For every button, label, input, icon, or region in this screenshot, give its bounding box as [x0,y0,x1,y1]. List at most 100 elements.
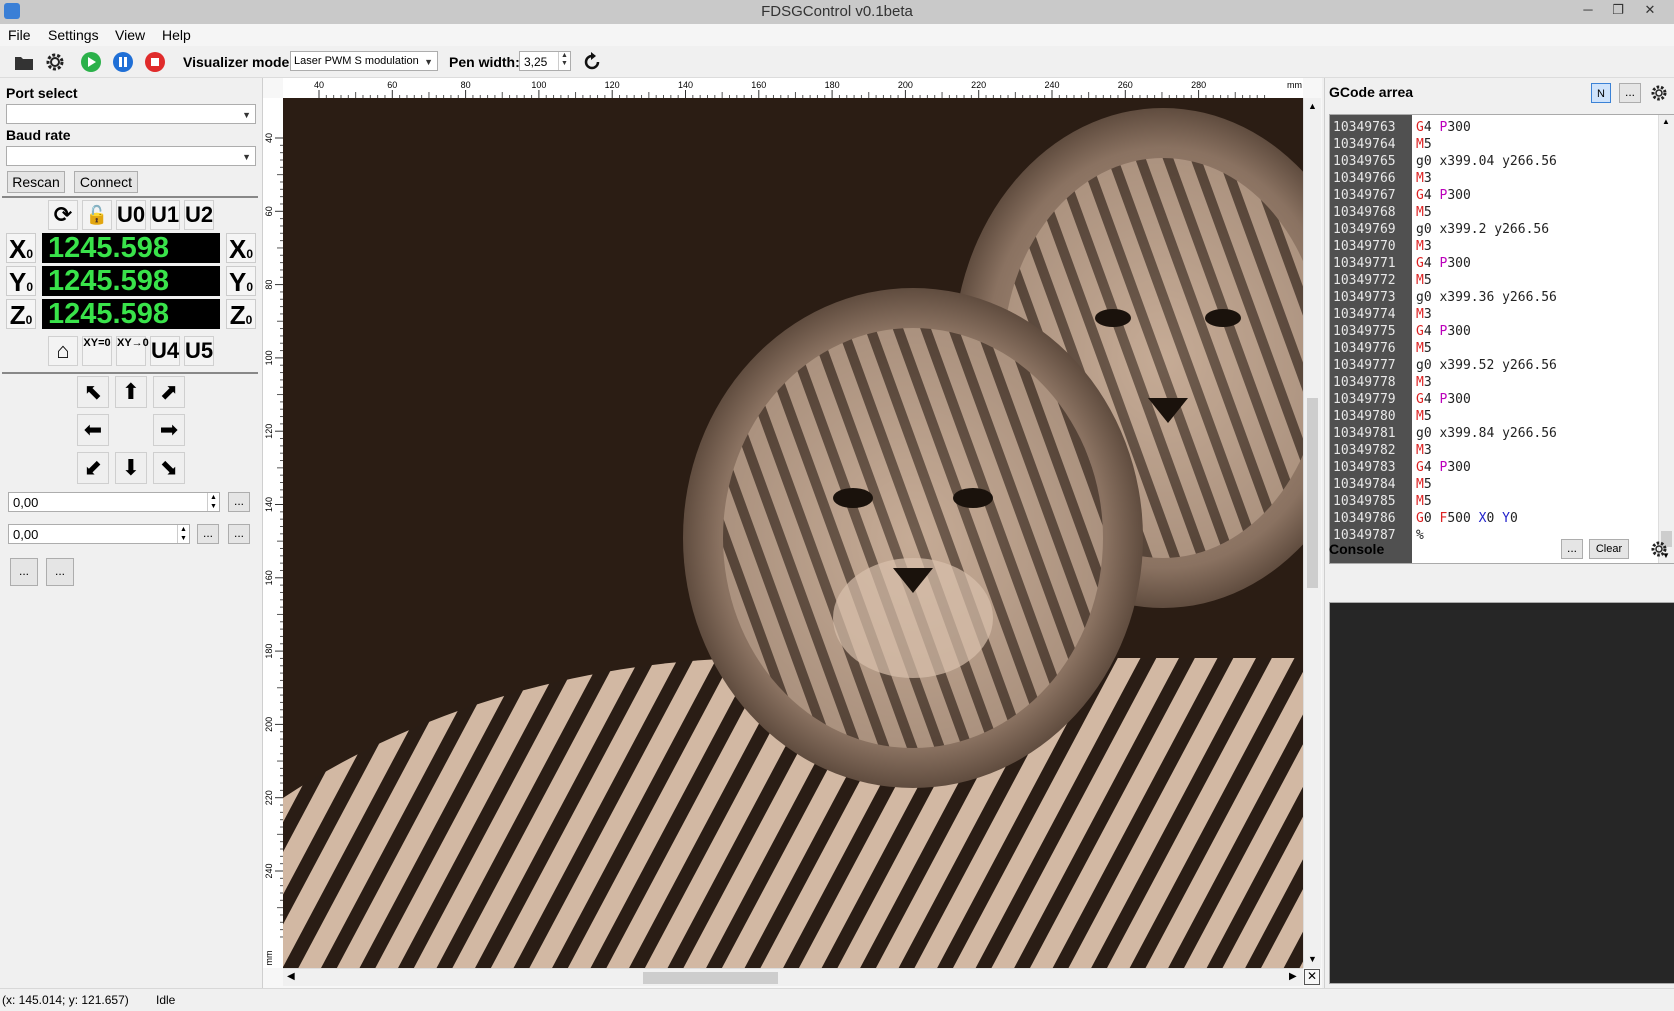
feed-field[interactable]: 0,00 ▲ ▼ [8,524,190,544]
gcode-line[interactable]: 10349776 M5 [1330,340,1660,357]
connect-button[interactable]: Connect [74,171,138,193]
gcode-line[interactable]: 10349766 M3 [1330,170,1660,187]
gcode-line[interactable]: 10349780 M5 [1330,408,1660,425]
vertical-scrollbar[interactable]: ▲ ▼ [1303,98,1321,968]
visualizer-canvas[interactable] [283,98,1303,968]
user-u4-button[interactable]: U4 [150,336,180,366]
baud-rate-select[interactable]: ▼ [6,146,256,166]
gcode-line[interactable]: 10349777 g0 x399.52 y266.56 [1330,357,1660,374]
user-u1-button[interactable]: U1 [150,200,180,230]
console-output[interactable] [1329,602,1674,984]
feed-more-button-2[interactable]: ... [228,524,250,544]
gcode-more-button[interactable]: ... [1619,83,1641,103]
gcode-line[interactable]: 10349773 g0 x399.36 y266.56 [1330,289,1660,306]
gcode-line[interactable]: 10349783 G4 P300 [1330,459,1660,476]
z-zero-button[interactable]: Z0 [6,299,36,330]
menu-view[interactable]: View [115,27,145,43]
jog-down-button[interactable]: ⬇ [115,452,147,484]
visualizer-mode-select[interactable]: Laser PWM S modulation ▼ [290,51,438,71]
gcode-line[interactable]: 10349763 G4 P300 [1330,119,1660,136]
jog-up-left-button[interactable]: ⬉ [77,376,109,408]
horizontal-scroll-thumb[interactable] [643,972,778,984]
scroll-up-icon[interactable]: ▲ [1308,101,1317,111]
menu-file[interactable]: File [8,27,31,43]
user-u0-button[interactable]: U0 [116,200,146,230]
gcode-line[interactable]: 10349772 M5 [1330,272,1660,289]
gcode-line-number: 10349782 [1333,443,1396,458]
gear-icon[interactable] [44,51,66,73]
rescan-button[interactable]: Rescan [7,171,65,193]
y-zero-button[interactable]: Y0 [6,266,36,297]
gcode-line[interactable]: 10349771 G4 P300 [1330,255,1660,272]
xy-zero-button[interactable]: XY=0 [82,336,112,366]
scroll-left-icon[interactable]: ◀ [287,971,295,982]
gcode-line[interactable]: 10349769 g0 x399.2 y266.56 [1330,221,1660,238]
gcode-line[interactable]: 10349781 g0 x399.84 y266.56 [1330,425,1660,442]
jog-right-button[interactable]: ➡ [153,414,185,446]
gcode-line[interactable]: 10349784 M5 [1330,476,1660,493]
feed-more-button[interactable]: ... [197,524,219,544]
spin-arrows-icon[interactable]: ▲ ▼ [177,525,189,543]
reset-button[interactable]: ⟳ [48,200,78,230]
close-button[interactable]: ✕ [1636,0,1664,22]
horizontal-scrollbar[interactable]: ◀ ▶ [283,968,1303,986]
spin-arrows-icon[interactable]: ▲ ▼ [207,493,219,511]
xy-goto-zero-button[interactable]: XY→0 [116,336,149,366]
jog-left-button[interactable]: ⬅ [77,414,109,446]
y-zero-right-button[interactable]: Y0 [226,266,256,297]
console-more-button[interactable]: ... [1561,539,1583,559]
visualizer-view: 40 60 80 100 120 140 160 180 200 220 240 260 280 mm 4… [262,78,1322,988]
user-u5-button[interactable]: U5 [184,336,214,366]
gcode-line[interactable]: 10349779 G4 P300 [1330,391,1660,408]
user-u2-button[interactable]: U2 [184,200,214,230]
menu-settings[interactable]: Settings [48,27,99,43]
gcode-line[interactable]: 10349770 M3 [1330,238,1660,255]
gcode-line[interactable]: 10349768 M5 [1330,204,1660,221]
gcode-line[interactable]: 10349778 M3 [1330,374,1660,391]
minimize-button[interactable]: ─ [1574,0,1602,22]
gcode-settings-gear-icon[interactable] [1649,83,1669,103]
pause-icon[interactable] [112,51,134,73]
line-numbers-toggle[interactable]: N [1591,83,1611,103]
gcode-line[interactable]: 10349767 G4 P300 [1330,187,1660,204]
port-select[interactable]: ▼ [6,104,256,124]
step-more-button[interactable]: ... [228,492,250,512]
jog-down-right-button[interactable]: ⬊ [153,452,185,484]
gcode-line[interactable]: 10349775 G4 P300 [1330,323,1660,340]
extra-button-2[interactable]: ... [46,558,74,586]
console-settings-gear-icon[interactable] [1649,539,1669,559]
gcode-line[interactable]: 10349774 M3 [1330,306,1660,323]
extra-button-1[interactable]: ... [10,558,38,586]
vertical-scroll-thumb[interactable] [1307,398,1318,588]
restore-button[interactable]: ❐ [1604,0,1632,22]
scroll-down-icon[interactable]: ▼ [1308,954,1317,964]
gcode-line[interactable]: 10349786 G0 F500 X0 Y0 [1330,510,1660,527]
gcode-line[interactable]: 10349785 M5 [1330,493,1660,510]
x-zero-button[interactable]: X0 [6,233,36,264]
jog-up-button[interactable]: ⬆ [115,376,147,408]
x-zero-right-button[interactable]: X0 [226,233,256,264]
pen-width-stepper[interactable]: 3,25 ▲ ▼ [519,51,571,71]
stop-icon[interactable] [144,51,166,73]
step-field[interactable]: 0,00 ▲ ▼ [8,492,220,512]
jog-down-left-button[interactable]: ⬋ [77,452,109,484]
gcode-line[interactable]: 10349764 M5 [1330,136,1660,153]
gcode-line[interactable]: 10349782 M3 [1330,442,1660,459]
scroll-up-icon[interactable]: ▲ [1662,117,1670,126]
jog-up-right-button[interactable]: ⬈ [153,376,185,408]
folder-icon[interactable] [13,51,35,73]
scroll-right-icon[interactable]: ▶ [1289,971,1297,982]
unlock-button[interactable]: 🔓 [82,200,112,230]
gcode-scrollbar[interactable]: ▲ ▼ [1658,115,1674,563]
refresh-icon[interactable] [581,51,603,73]
gcode-editor[interactable]: 10349763 G4 P300 10349764 M5 10349765 g0 x399… [1329,114,1674,564]
fit-view-icon[interactable]: ✕ [1304,969,1320,985]
z-zero-right-button[interactable]: Z0 [226,299,256,330]
console-clear-button[interactable]: Clear [1589,539,1629,559]
play-icon[interactable] [80,51,102,73]
home-button[interactable]: ⌂ [48,336,78,366]
spin-arrows-icon[interactable]: ▲ ▼ [558,52,570,70]
gcode-line-number: 10349776 [1333,341,1396,356]
gcode-line[interactable]: 10349765 g0 x399.04 y266.56 [1330,153,1660,170]
menu-help[interactable]: Help [162,27,191,43]
